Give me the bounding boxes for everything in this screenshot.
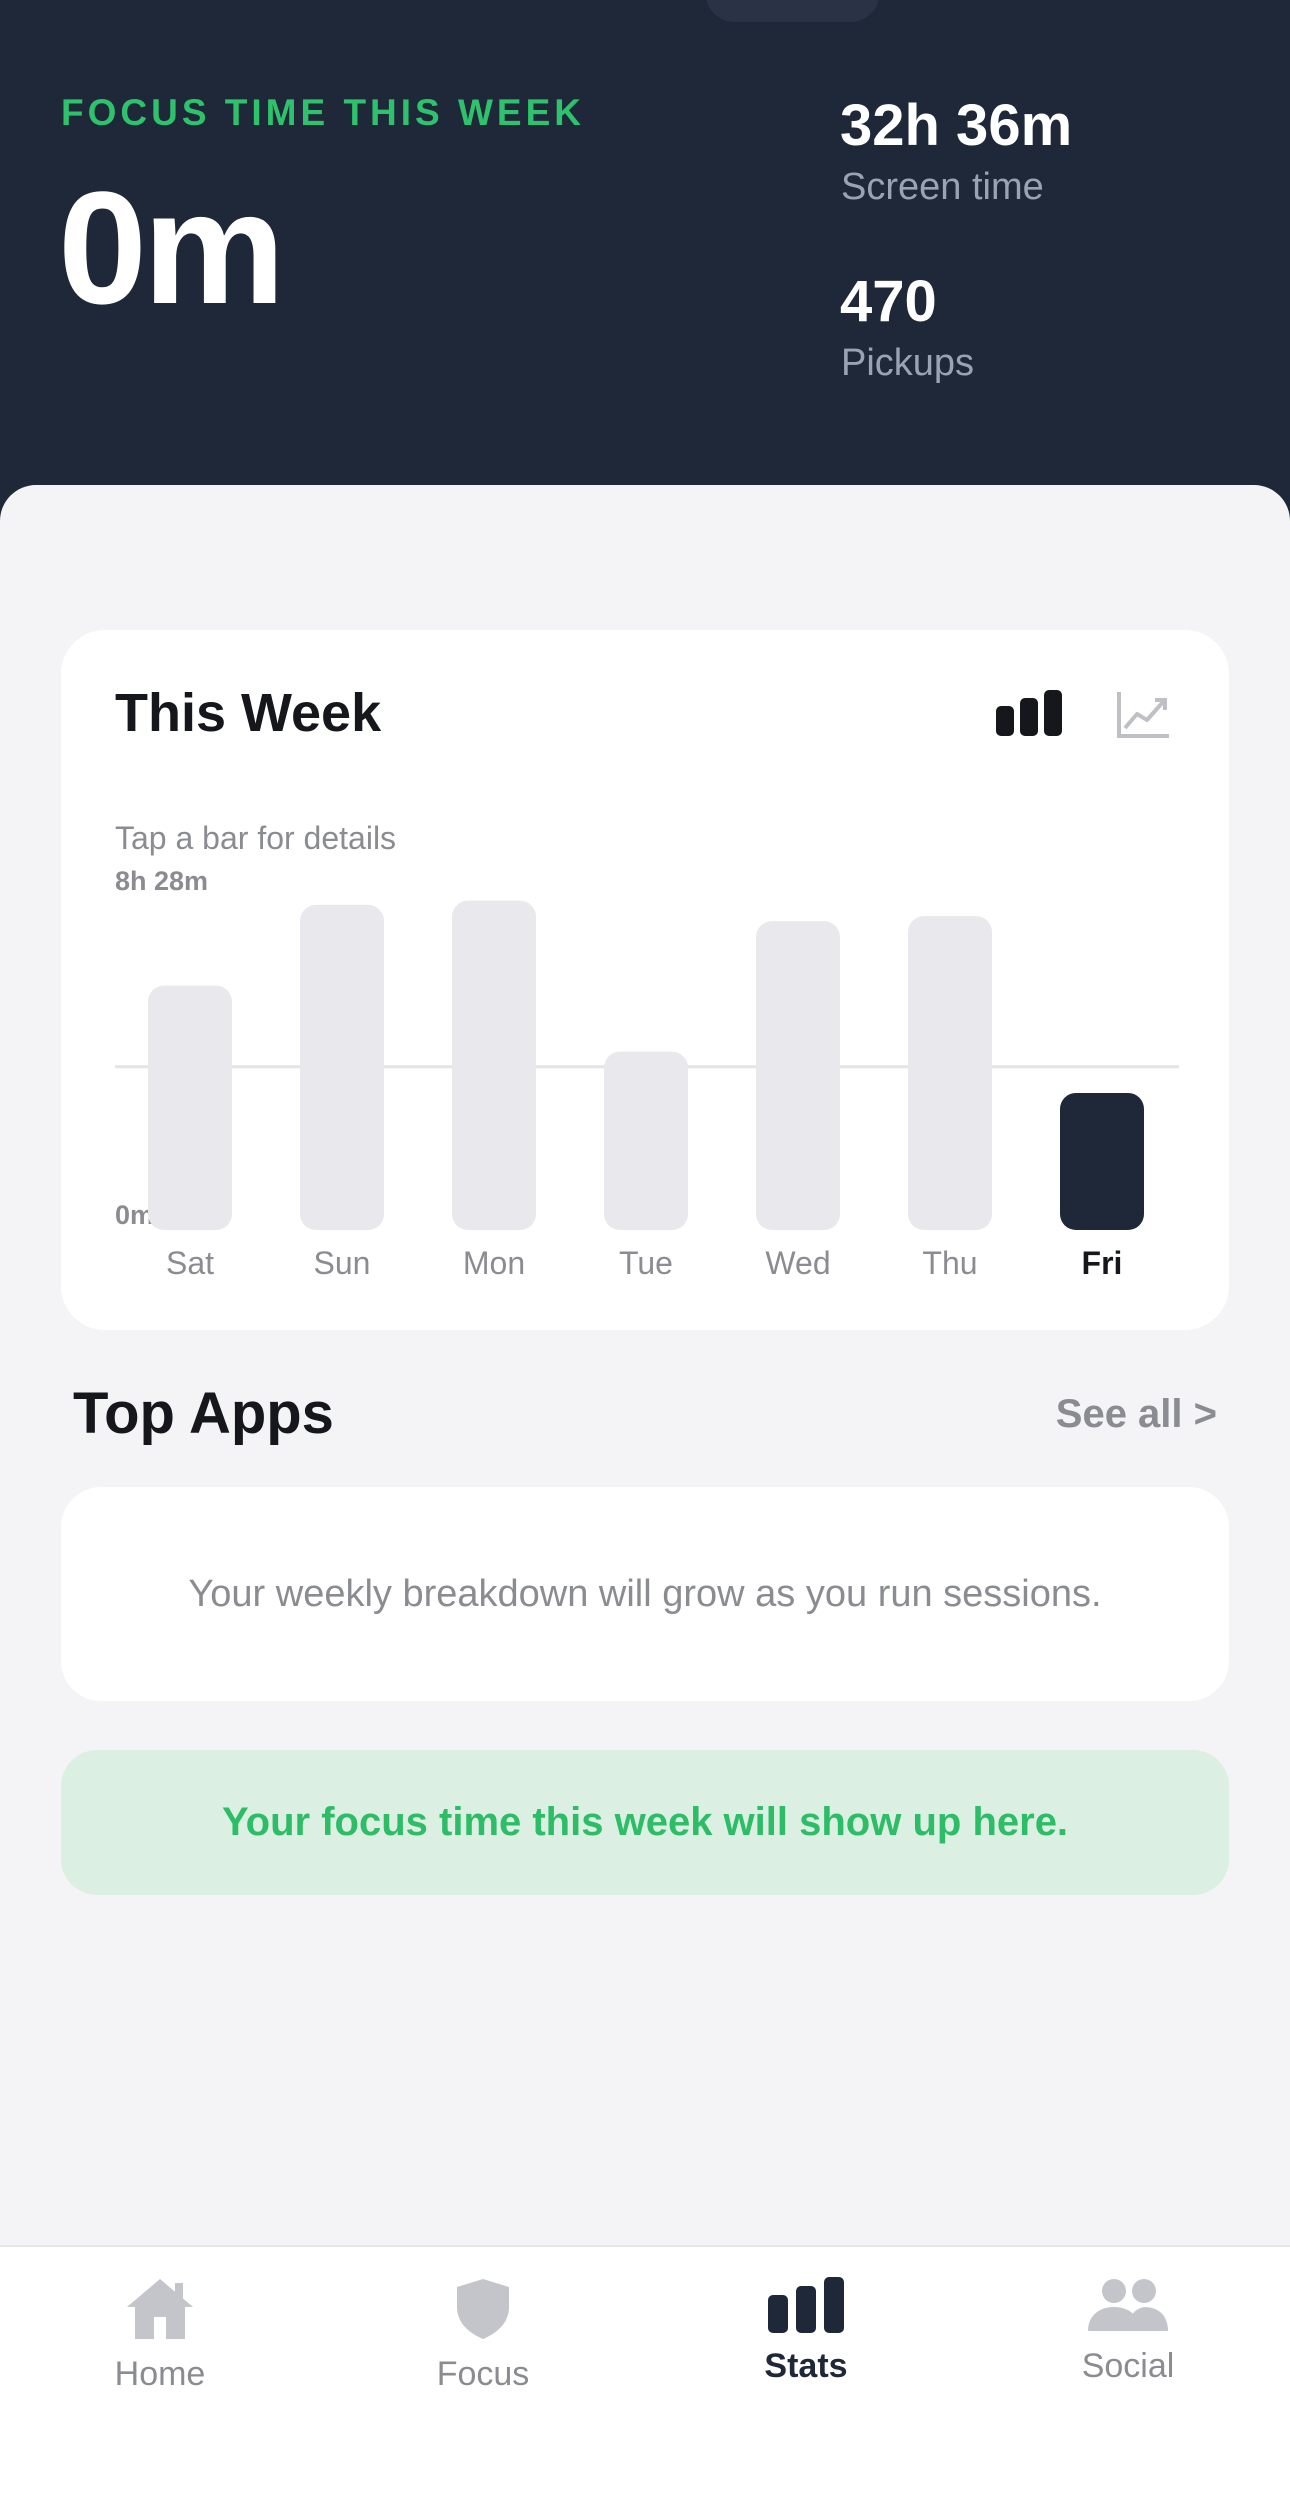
x-label-mon: Mon <box>463 1245 525 1281</box>
stats-header: FOCUS TIME THIS WEEK 0m 32h 36m Screen t… <box>0 0 1290 520</box>
see-all-link[interactable]: See all > <box>1056 1392 1217 1437</box>
tab-home-label: Home <box>114 2355 206 2393</box>
tab-focus-label: Focus <box>436 2355 530 2393</box>
tab-stats-label: Stats <box>764 2347 848 2385</box>
dynamic-island <box>705 0 880 22</box>
pickups-label: Pickups <box>841 342 975 384</box>
tab-home[interactable]: Home <box>50 2277 270 2394</box>
bar-tue[interactable] <box>604 1051 688 1230</box>
x-label-thu: Thu <box>922 1245 977 1281</box>
x-label-sat: Sat <box>166 1245 214 1281</box>
stats-icon <box>768 2277 844 2333</box>
people-icon <box>1088 2279 1168 2331</box>
screen-time-value: 32h 36m <box>840 93 1073 158</box>
screen-time-label: Screen time <box>841 166 1044 208</box>
focus-time-banner: Your focus time this week will show up h… <box>61 1750 1229 1895</box>
bar-sat[interactable] <box>148 985 232 1230</box>
shield-icon <box>457 2279 509 2339</box>
bar-mon[interactable] <box>452 900 536 1230</box>
top-apps-empty-message: Your weekly breakdown will grow as you r… <box>188 1572 1102 1615</box>
this-week-title: This Week <box>115 683 382 743</box>
tab-stats[interactable]: Stats <box>696 2277 916 2386</box>
bar-chart-icon[interactable] <box>996 690 1062 741</box>
bar-thu[interactable] <box>908 916 992 1230</box>
x-label-sun: Sun <box>314 1245 371 1281</box>
focus-time-banner-message: Your focus time this week will show up h… <box>221 1800 1069 1844</box>
focus-time-value: 0m <box>58 158 285 337</box>
pickups-value: 470 <box>840 269 937 334</box>
tab-social[interactable]: Social <box>1018 2277 1238 2386</box>
this-week-card: This Week Tap a bar for details 8h 28m 0m… <box>61 630 1229 1330</box>
x-label-fri: Fri <box>1082 1245 1123 1281</box>
trend-chart-icon[interactable] <box>1115 690 1171 745</box>
weekly-bar-chart: 8h 28m0mSat Sun Mon Tue Wed Thu Fri <box>115 868 1179 1281</box>
home-icon <box>127 2279 193 2339</box>
tab-social-label: Social <box>1081 2347 1175 2385</box>
x-label-wed: Wed <box>765 1245 830 1281</box>
chart-hint: Tap a bar for details <box>115 820 397 856</box>
top-apps-title: Top Apps <box>73 1381 334 1446</box>
bar-fri[interactable] <box>1060 1092 1144 1230</box>
tab-focus[interactable]: Focus <box>373 2277 593 2394</box>
tab-bar: Home Focus Stats Social <box>0 2245 1290 2508</box>
focus-time-label: FOCUS TIME THIS WEEK <box>61 92 585 133</box>
y-axis-max-label: 8h 28m <box>115 868 208 896</box>
bar-sun[interactable] <box>300 904 384 1230</box>
top-apps-empty-card: Your weekly breakdown will grow as you r… <box>61 1487 1229 1701</box>
bar-wed[interactable] <box>756 921 840 1230</box>
x-label-tue: Tue <box>619 1245 673 1281</box>
